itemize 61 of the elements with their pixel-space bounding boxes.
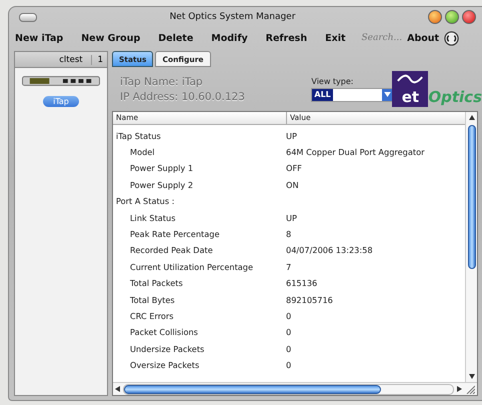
- table-cell-text: Model: [129, 147, 155, 158]
- device-name: iTap Name: iTap: [120, 76, 204, 88]
- down-arrow-icon[interactable]: [468, 374, 474, 379]
- table-cell: UP: [286, 130, 297, 141]
- table-cell-text: Port A Status :: [115, 196, 174, 206]
- table-cell-text: Total Packets: [129, 278, 183, 288]
- table-cell: 615136: [286, 278, 318, 288]
- ip-address: IP Address: 10.60.0.123: [120, 90, 246, 102]
- table-cell-text: Packet Collisions: [129, 327, 198, 338]
- group-count: 1: [90, 54, 103, 64]
- table-cell-text: iTap Status: [115, 130, 161, 141]
- toolbar-button[interactable]: Exit: [317, 32, 354, 44]
- table-cell: 0: [286, 311, 292, 321]
- table-cell: 0: [286, 327, 292, 338]
- table-cell: 892105716: [286, 294, 333, 305]
- up-arrow-icon[interactable]: [468, 115, 474, 120]
- table-cell-text: Recorded Peak Date: [129, 245, 213, 256]
- minimize-button[interactable]: [428, 10, 442, 24]
- table-cell: 7: [286, 262, 292, 272]
- table-cell: ON: [286, 180, 299, 190]
- table-cell-text: Power Supply 1: [129, 163, 194, 174]
- table-cell-text: Current Utilization Percentage: [129, 262, 254, 272]
- toolbar-toggle-button[interactable]: [19, 12, 37, 22]
- left-arrow-icon[interactable]: [115, 386, 120, 392]
- wave-icon: [396, 74, 424, 84]
- toolbar-button[interactable]: Refresh: [258, 32, 316, 44]
- about-button[interactable]: About: [404, 32, 442, 44]
- toolbar-button[interactable]: Modify: [203, 32, 256, 44]
- logo-text: et: [402, 89, 420, 106]
- group-name: cltest: [59, 54, 83, 64]
- network-device-icon: [22, 76, 100, 86]
- table-cell-text: Peak Rate Percentage: [129, 229, 220, 240]
- close-button[interactable]: [462, 10, 476, 24]
- window-title: Net Optics System Manager: [168, 12, 296, 22]
- table-cell-text: Link Status: [129, 212, 176, 223]
- dropdown-arrow-icon: [384, 92, 391, 97]
- toolbar-button[interactable]: Delete: [150, 32, 202, 44]
- horizontal-scrollbar[interactable]: [113, 382, 477, 395]
- view-type-dropdown[interactable]: ALL: [311, 88, 394, 102]
- table-cell: 0: [286, 344, 292, 354]
- table-cell: 0: [286, 360, 292, 370]
- toolbar-button[interactable]: New iTap: [15, 32, 72, 44]
- logo-text: Optics: [428, 89, 482, 107]
- table-cell: 8: [286, 229, 292, 240]
- scroll-thumb[interactable]: [468, 125, 476, 269]
- view-type-label: View type:: [311, 76, 354, 86]
- right-arrow-icon[interactable]: [457, 386, 462, 392]
- table-cell-text: Power Supply 2: [129, 180, 194, 190]
- table-cell-text: Oversize Packets: [129, 360, 200, 370]
- table-cell-text: Undersize Packets: [129, 344, 204, 354]
- zoom-button[interactable]: [445, 10, 459, 24]
- toolbar-button[interactable]: New Group: [73, 32, 148, 44]
- vertical-scrollbar[interactable]: [465, 112, 477, 382]
- table-cell: 64M Copper Dual Port Aggregator: [286, 147, 424, 158]
- table-cell-text: CRC Errors: [129, 311, 174, 321]
- scroll-thumb[interactable]: [124, 384, 381, 394]
- table-cell: 04/07/2006 13:23:58: [286, 245, 373, 256]
- table-cell: OFF: [286, 163, 302, 174]
- resize-grip-icon[interactable]: [465, 384, 475, 394]
- table-cell-text: Total Bytes: [129, 294, 175, 305]
- table-cell: UP: [286, 212, 297, 223]
